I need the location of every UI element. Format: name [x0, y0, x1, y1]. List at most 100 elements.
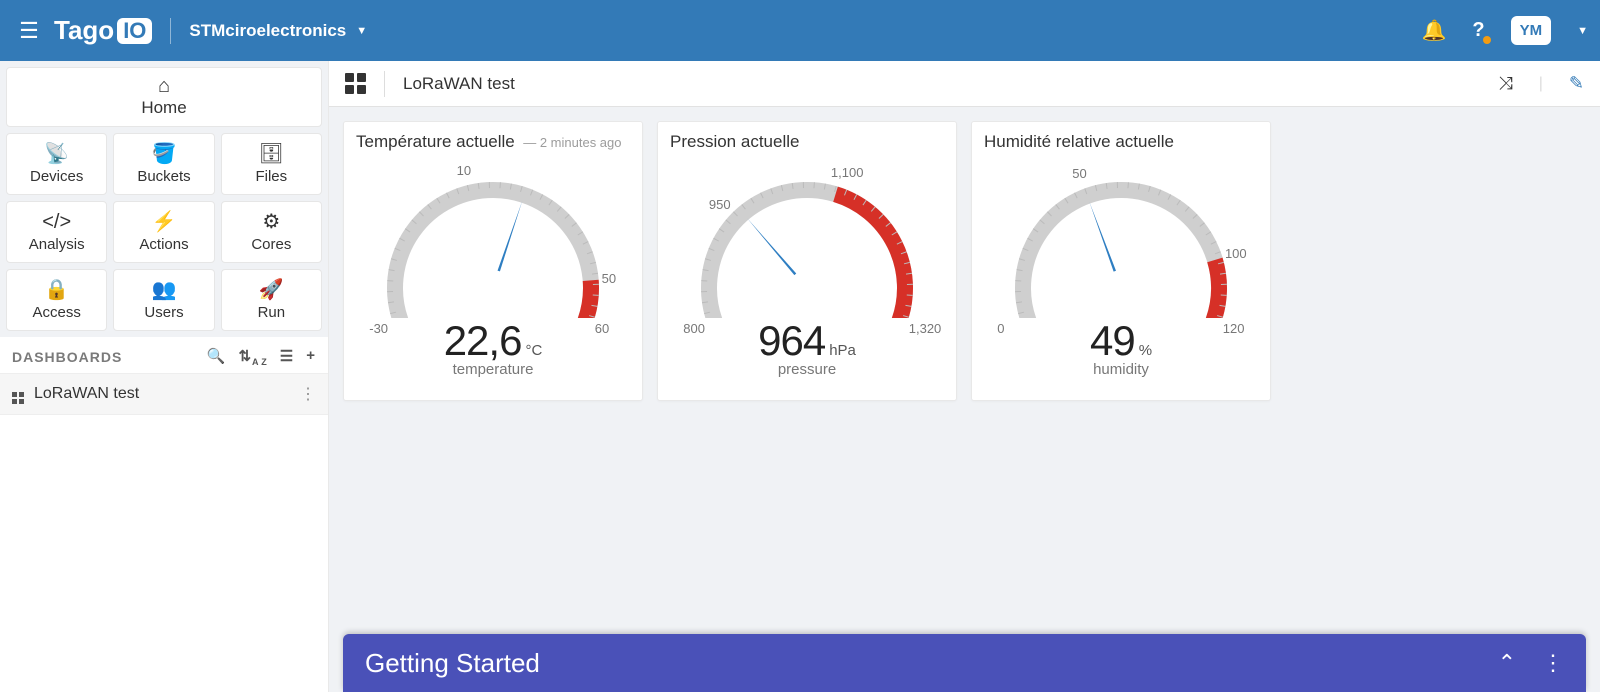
tile-label: Access [32, 304, 80, 321]
gauge-tick-label: 100 [1225, 246, 1247, 261]
search-icon[interactable]: 🔍 [207, 347, 227, 367]
card-header: Pression actuelle [670, 132, 944, 152]
sort-icon[interactable]: ⇅A Z [238, 347, 267, 367]
dashboards-tools: 🔍 ⇅A Z ☰ + [207, 347, 316, 367]
gauge-variable: temperature [344, 361, 642, 378]
home-tile[interactable]: ⌂ Home [6, 67, 322, 127]
tile-label: Buckets [137, 168, 190, 185]
sidebar-tiles: ⌂ Home 📡 Devices 🪣 Buckets 🗄 Files </> Analysis… [0, 61, 328, 337]
layout-grid-icon[interactable] [345, 73, 366, 94]
files-icon: 🗄 [259, 144, 284, 164]
tile-label: Users [144, 304, 183, 321]
card-title: Humidité relative actuelle [984, 132, 1174, 151]
divider [170, 18, 171, 44]
lock-icon: 🔒 [44, 280, 69, 300]
gauge-number: 49 [1090, 317, 1135, 364]
tile-label: Devices [30, 168, 83, 185]
logo-text: Tago [54, 15, 114, 46]
logo[interactable]: Tago IO [54, 15, 152, 46]
gauge-tick-label: 50 [602, 271, 616, 286]
topbar-right: 🔔 ? YM ▼ [1421, 16, 1588, 45]
gauge-card: Température actuelle — 2 minutes ago -30… [343, 121, 643, 401]
menu-toggle-icon[interactable]: ☰ [12, 18, 46, 44]
gauge-value: 49% humidity [972, 317, 1270, 378]
gauge-tick-label: 50 [1072, 166, 1086, 181]
dashboards-label: DASHBOARDS [12, 349, 122, 365]
dashboard-toolbar: LoRaWAN test ⤨ | ✎ [329, 61, 1600, 107]
workspace-dropdown[interactable]: STMciroelectronics ▼ [189, 21, 367, 41]
gauge-card: Humidité relative actuelle 050100120 49%… [971, 121, 1271, 401]
edit-icon[interactable]: ✎ [1569, 73, 1584, 94]
sidebar: ⌂ Home 📡 Devices 🪣 Buckets 🗄 Files </> Analysis… [0, 61, 329, 692]
remote-icon: 📡 [44, 144, 69, 164]
divider [384, 71, 385, 97]
list-icon[interactable]: ☰ [280, 347, 294, 367]
tile-label: Run [258, 304, 286, 321]
add-icon[interactable]: + [306, 347, 316, 367]
gauge-variable: pressure [658, 361, 956, 378]
tile-label: Cores [251, 236, 291, 253]
getting-started-title: Getting Started [365, 648, 540, 679]
rocket-icon: 🚀 [259, 280, 284, 300]
code-icon: </> [42, 212, 71, 232]
gauge-unit: hPa [829, 342, 856, 359]
core-icon: ⚙ [262, 212, 280, 232]
gauge-number: 964 [758, 317, 825, 364]
getting-started-panel[interactable]: Getting Started ⌃ ⋮ [343, 634, 1586, 692]
avatar[interactable]: YM [1511, 16, 1552, 45]
grid-icon [12, 384, 24, 404]
gauge-card: Pression actuelle 8009501,1001,320 964hP… [657, 121, 957, 401]
card-subtitle: — 2 minutes ago [523, 135, 621, 150]
main: LoRaWAN test ⤨ | ✎ Température actuelle … [329, 61, 1600, 692]
expand-icon[interactable]: ⤨ [1498, 73, 1512, 94]
tile-label: Files [255, 168, 287, 185]
sidebar-tile-analysis[interactable]: </> Analysis [6, 201, 107, 263]
divider: | [1539, 75, 1543, 93]
gauge-unit: % [1139, 342, 1152, 359]
gauge: 8009501,1001,320 [670, 158, 944, 303]
sidebar-tile-buckets[interactable]: 🪣 Buckets [113, 133, 214, 195]
more-icon[interactable]: ⋮ [1542, 650, 1564, 676]
cards-row: Température actuelle — 2 minutes ago -30… [329, 107, 1600, 415]
gauge-tick-label: 950 [709, 197, 731, 212]
bell-icon[interactable]: 🔔 [1421, 18, 1446, 43]
dashboard-item[interactable]: LoRaWAN test ⋮ [0, 373, 328, 415]
card-title: Température actuelle [356, 132, 515, 151]
dashboard-title: LoRaWAN test [403, 74, 515, 94]
dashboards-header: DASHBOARDS 🔍 ⇅A Z ☰ + [0, 337, 328, 373]
bucket-icon: 🪣 [152, 144, 177, 164]
top-bar: ☰ Tago IO STMciroelectronics ▼ 🔔 ? YM ▼ [0, 0, 1600, 61]
chevron-up-icon[interactable]: ⌃ [1498, 650, 1516, 676]
sidebar-tile-cores[interactable]: ⚙ Cores [221, 201, 322, 263]
sidebar-tile-devices[interactable]: 📡 Devices [6, 133, 107, 195]
gauge-value: 22,6°C temperature [344, 317, 642, 378]
gauge-value: 964hPa pressure [658, 317, 956, 378]
card-header: Humidité relative actuelle [984, 132, 1258, 152]
dashboard-item-label: LoRaWAN test [34, 385, 139, 403]
gauge: -30105060 [356, 158, 630, 303]
gauge-variable: humidity [972, 361, 1270, 378]
more-icon[interactable]: ⋮ [300, 384, 316, 404]
help-icon[interactable]: ? [1472, 19, 1484, 42]
gauge-unit: °C [525, 342, 542, 359]
sidebar-tile-files[interactable]: 🗄 Files [221, 133, 322, 195]
caret-down-icon: ▼ [356, 25, 367, 37]
bolt-icon: ⚡ [152, 212, 177, 232]
gauge-tick-label: 1,100 [831, 165, 864, 180]
sidebar-tile-actions[interactable]: ⚡Actions [113, 201, 214, 263]
workspace-name: STMciroelectronics [189, 21, 346, 41]
sidebar-tile-access[interactable]: 🔒 Access [6, 269, 107, 331]
users-icon: 👥 [152, 280, 177, 300]
home-label: Home [141, 98, 186, 118]
user-caret-down-icon[interactable]: ▼ [1577, 25, 1588, 37]
gauge: 050100120 [984, 158, 1258, 303]
sidebar-tile-run[interactable]: 🚀 Run [221, 269, 322, 331]
tile-label: Analysis [29, 236, 85, 253]
home-icon: ⌂ [158, 76, 170, 96]
gauge-tick-label: 10 [457, 163, 471, 178]
gauge-number: 22,6 [444, 317, 522, 364]
sidebar-tile-users[interactable]: 👥 Users [113, 269, 214, 331]
card-title: Pression actuelle [670, 132, 799, 151]
logo-badge: IO [117, 18, 152, 44]
card-header: Température actuelle — 2 minutes ago [356, 132, 630, 152]
